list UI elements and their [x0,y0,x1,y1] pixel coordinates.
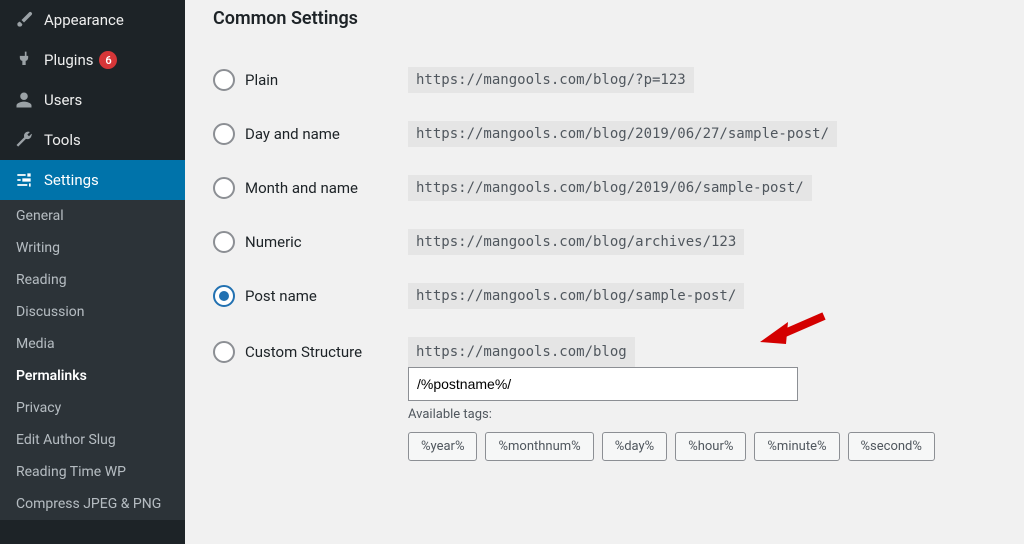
example-url: https://mangools.com/blog/sample-post/ [408,283,744,309]
radio-label: Month and name [245,179,358,197]
permalink-option-month-name[interactable]: Month and name [213,177,408,199]
permalink-option-post-name[interactable]: Post name [213,285,408,307]
radio-label: Custom Structure [245,343,362,361]
menu-label: Plugins [44,51,93,69]
menu-item-plugins[interactable]: Plugins 6 [0,40,185,80]
menu-label: Settings [44,171,99,189]
brush-icon [14,10,34,30]
available-tags-label: Available tags: [408,407,996,422]
section-heading: Common Settings [213,8,996,29]
menu-item-users[interactable]: Users [0,80,185,120]
sliders-icon [14,170,34,190]
tag-button[interactable]: %hour% [675,432,746,461]
update-badge: 6 [99,51,117,69]
radio-plain[interactable] [213,69,235,91]
menu-item-appearance[interactable]: Appearance [0,0,185,40]
submenu-item-writing[interactable]: Writing [0,232,185,264]
tag-button[interactable]: %day% [602,432,668,461]
custom-structure-input[interactable] [408,367,798,401]
menu-label: Appearance [44,11,124,29]
annotation-arrow [760,310,826,344]
tag-button[interactable]: %year% [408,432,477,461]
permalink-option-numeric[interactable]: Numeric [213,231,408,253]
menu-label: Tools [44,131,81,149]
settings-submenu: GeneralWritingReadingDiscussionMediaPerm… [0,200,185,520]
content-area: Common Settings Plain https://mangools.co… [185,0,1024,544]
submenu-item-media[interactable]: Media [0,328,185,360]
tag-button[interactable]: %monthnum% [485,432,593,461]
radio-day-name[interactable] [213,123,235,145]
custom-prefix: https://mangools.com/blog [408,337,635,367]
wrench-icon [14,130,34,150]
submenu-item-general[interactable]: General [0,200,185,232]
radio-numeric[interactable] [213,231,235,253]
submenu-item-reading[interactable]: Reading [0,264,185,296]
radio-month-name[interactable] [213,177,235,199]
radio-post-name[interactable] [213,285,235,307]
tag-button[interactable]: %second% [848,432,935,461]
admin-menu: Appearance Plugins 6 Users Tools Settings [0,0,185,200]
radio-custom[interactable] [213,341,235,363]
menu-item-tools[interactable]: Tools [0,120,185,160]
menu-label: Users [44,91,82,109]
radio-label: Plain [245,71,278,89]
permalink-option-day-name[interactable]: Day and name [213,123,408,145]
permalink-options-table: Plain https://mangools.com/blog/?p=123 Day… [213,53,996,475]
submenu-item-edit-author-slug[interactable]: Edit Author Slug [0,424,185,456]
plug-icon [14,50,34,70]
submenu-item-privacy[interactable]: Privacy [0,392,185,424]
example-url: https://mangools.com/blog/2019/06/27/sam… [408,121,837,147]
submenu-item-compress-jpeg-png[interactable]: Compress JPEG & PNG [0,488,185,520]
permalink-option-plain[interactable]: Plain [213,69,408,91]
example-url: https://mangools.com/blog/archives/123 [408,229,744,255]
example-url: https://mangools.com/blog/2019/06/sample… [408,175,812,201]
user-icon [14,90,34,110]
radio-label: Day and name [245,125,340,143]
submenu-item-permalinks[interactable]: Permalinks [0,360,185,392]
menu-item-settings[interactable]: Settings [0,160,185,200]
admin-sidebar: Appearance Plugins 6 Users Tools Settings Gen… [0,0,185,544]
tag-button[interactable]: %minute% [754,432,839,461]
submenu-item-discussion[interactable]: Discussion [0,296,185,328]
radio-label: Numeric [245,233,302,251]
permalink-option-custom[interactable]: Custom Structure [213,341,408,363]
submenu-item-reading-time-wp[interactable]: Reading Time WP [0,456,185,488]
example-url: https://mangools.com/blog/?p=123 [408,67,694,93]
radio-label: Post name [245,287,317,305]
available-tags-row: %year% %monthnum% %day%%hour% %minute% %seco… [408,432,996,461]
